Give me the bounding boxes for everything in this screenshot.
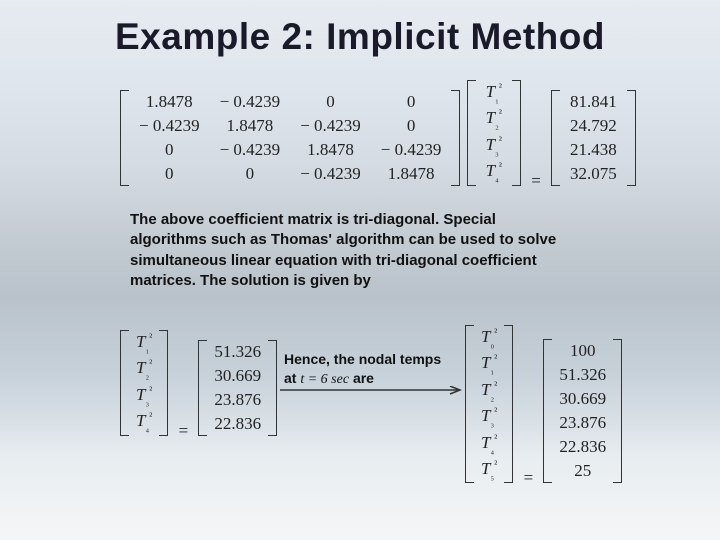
matrix-cell: 51.326 (207, 340, 268, 364)
matrix-cell: 30.669 (207, 364, 268, 388)
matrix-cell: 0 (210, 162, 291, 186)
matrix-cell: − 0.4239 (210, 90, 291, 114)
matrix-cell: 1.8478 (290, 138, 371, 162)
matrix-cell: 30.669 (552, 387, 613, 411)
temperature-variable: T₂² (476, 106, 512, 132)
equals-sign: = (525, 171, 547, 190)
temperature-variable: T₄² (129, 409, 159, 435)
temperature-variable: T₁² (129, 330, 159, 356)
explanatory-paragraph: The above coefficient matrix is tri-diag… (130, 210, 570, 291)
matrix-cell: 0 (371, 90, 452, 114)
vector-b1: 81.84124.79221.43832.075 (551, 90, 636, 186)
temperature-variable: T₄² (474, 431, 504, 457)
temperature-variable: T₃² (474, 404, 504, 430)
vector-b3: 10051.32630.66923.87622.83625 (543, 339, 622, 483)
vector-b2: 51.32630.66923.87622.836 (198, 340, 277, 436)
coefficient-matrix-equation: 1.8478− 0.423900− 0.42391.8478− 0.423900… (120, 80, 636, 191)
matrix-cell: − 0.4239 (210, 138, 291, 162)
equals-sign: = (173, 421, 195, 440)
t-equals-6sec: t = 6 sec (300, 372, 349, 387)
matrix-cell: − 0.4239 (290, 162, 371, 186)
arrow-icon (280, 386, 470, 406)
slide-title: Example 2: Implicit Method (0, 16, 720, 58)
matrix-cell: 32.075 (560, 162, 627, 186)
temperature-variable: T₃² (129, 383, 159, 409)
matrix-cell: 21.438 (560, 138, 627, 162)
vector-x1: T₁²T₂²T₃²T₄² (467, 80, 521, 186)
matrix-cell: 0 (290, 90, 371, 114)
vector-x3: T₀²T₁²T₂²T₃²T₄²T₅² (465, 325, 513, 483)
temperature-variable: T₅² (474, 457, 504, 483)
equals-sign: = (518, 468, 540, 487)
matrix-cell: 25 (552, 459, 613, 483)
vector-x2: T₁²T₂²T₃²T₄² (120, 330, 168, 436)
matrix-A: 1.8478− 0.423900− 0.42391.8478− 0.423900… (120, 90, 460, 186)
matrix-cell: 1.8478 (371, 162, 452, 186)
matrix-cell: 24.792 (560, 114, 627, 138)
temperature-variable: T₁² (476, 80, 512, 106)
matrix-cell: − 0.4239 (371, 138, 452, 162)
matrix-cell: 23.876 (207, 388, 268, 412)
matrix-cell: 1.8478 (129, 90, 210, 114)
matrix-cell: 81.841 (560, 90, 627, 114)
matrix-cell: 0 (129, 162, 210, 186)
matrix-cell: 0 (371, 114, 452, 138)
nodal-text-suffix: are (349, 370, 374, 386)
matrix-cell: 100 (552, 339, 613, 363)
temperature-variable: T₂² (474, 378, 504, 404)
matrix-cell: 1.8478 (210, 114, 291, 138)
matrix-cell: − 0.4239 (290, 114, 371, 138)
matrix-cell: 23.876 (552, 411, 613, 435)
matrix-cell: 51.326 (552, 363, 613, 387)
temperature-variable: T₃² (476, 133, 512, 159)
temperature-variable: T₀² (474, 325, 504, 351)
matrix-cell: − 0.4239 (129, 114, 210, 138)
temperature-variable: T₂² (129, 356, 159, 382)
temperature-variable: T₁² (474, 351, 504, 377)
full-nodal-temps-equation: T₀²T₁²T₂²T₃²T₄²T₅² = 10051.32630.66923.8… (465, 325, 622, 488)
matrix-cell: 22.836 (207, 412, 268, 436)
nodal-temps-text: Hence, the nodal temps at t = 6 sec are (284, 350, 454, 390)
solution-vector-equation: T₁²T₂²T₃²T₄² = 51.32630.66923.87622.836 (120, 330, 277, 441)
matrix-cell: 22.836 (552, 435, 613, 459)
matrix-cell: 0 (129, 138, 210, 162)
temperature-variable: T₄² (476, 159, 512, 185)
